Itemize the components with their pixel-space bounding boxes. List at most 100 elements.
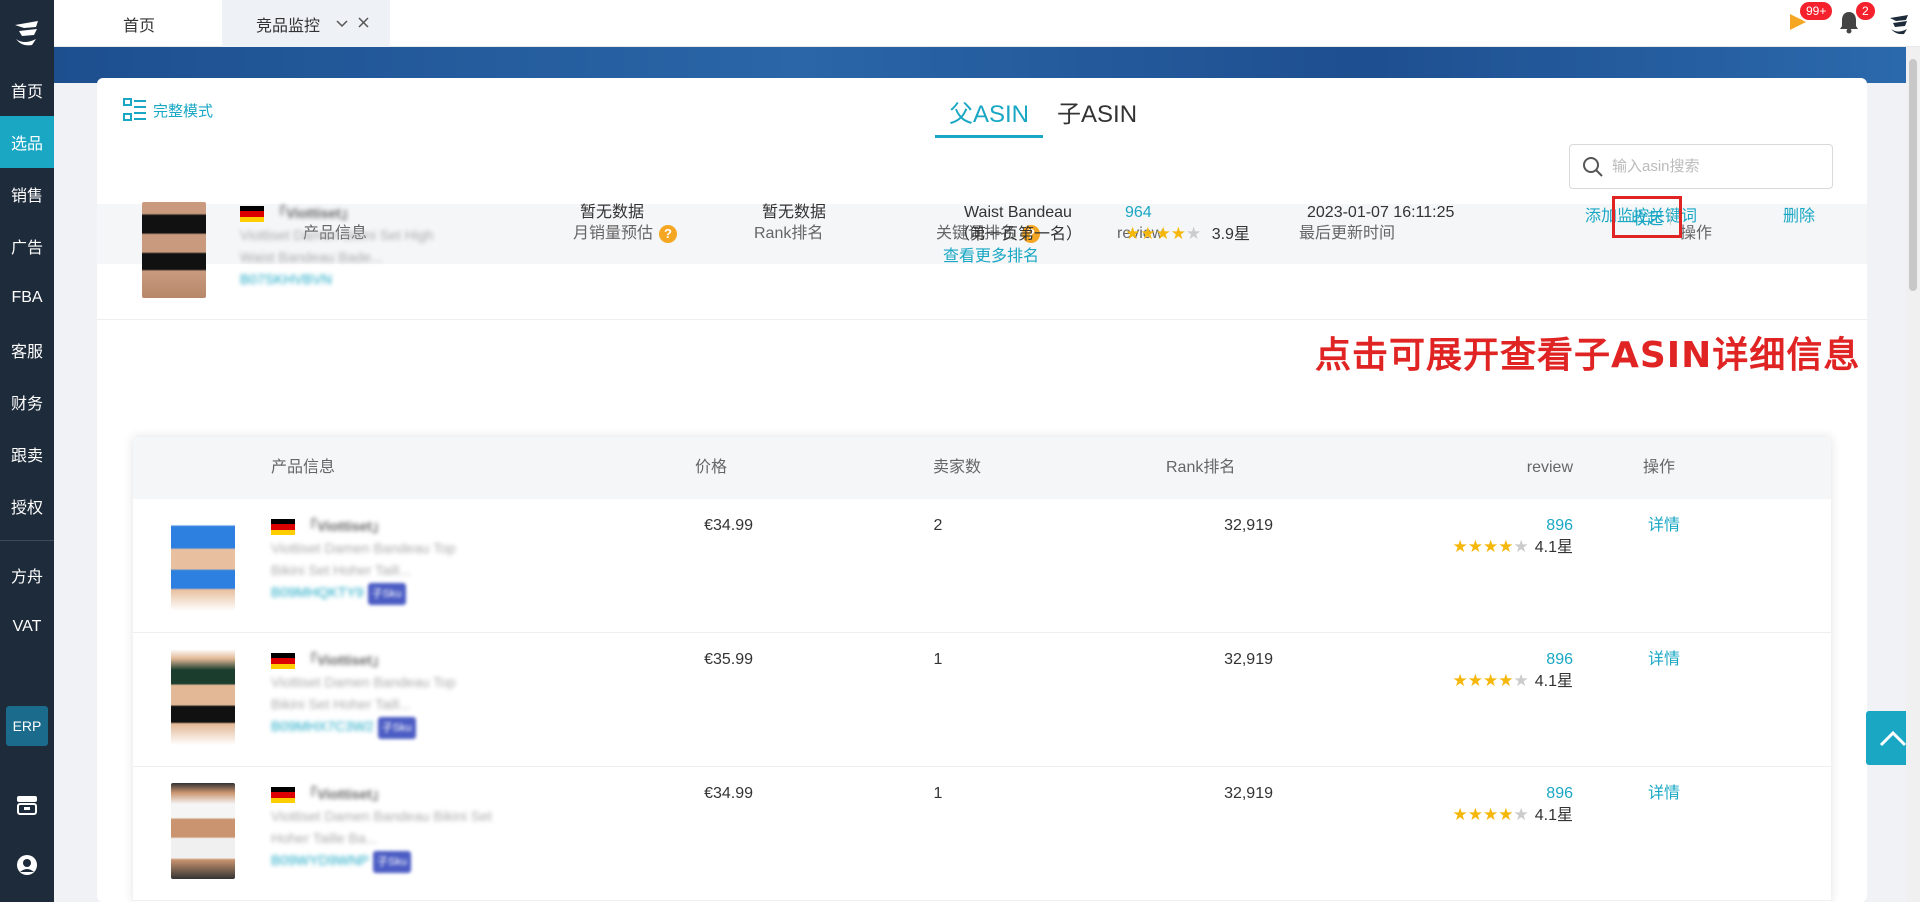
detail-link[interactable]: 详情 <box>1648 651 1680 668</box>
child-table-header: 产品信息 价格 卖家数 Rank排名 review 操作 <box>133 437 1831 499</box>
product-asin-wrap: B09MHX7C3W2 子Sku <box>271 715 416 739</box>
search-input[interactable] <box>1612 158 1812 175</box>
seller-count: 2 <box>933 517 943 534</box>
sidebar-item[interactable]: 选品 <box>0 116 54 168</box>
star-icon: ★ <box>1483 671 1499 690</box>
sidebar-item-label: VAT <box>12 618 42 635</box>
sidebar-item[interactable]: 首页 <box>0 64 54 116</box>
product-asin-link[interactable]: B09MHQKTY9 <box>271 581 364 603</box>
sidebar-item[interactable]: FBA <box>0 272 54 324</box>
sidebar-item[interactable]: VAT <box>0 601 54 653</box>
review-count-link[interactable]: 896 <box>1493 783 1573 805</box>
child-asin-table: 产品信息 价格 卖家数 Rank排名 review 操作 「Viottiset」… <box>133 437 1831 902</box>
sidebar-item-label: 广告 <box>10 240 43 257</box>
full-mode-toggle[interactable]: 完整模式 <box>123 98 213 122</box>
scrollbar-thumb[interactable] <box>1909 59 1917 291</box>
close-icon[interactable] <box>358 15 369 33</box>
rank-value: 暂无数据 <box>762 204 827 221</box>
review-count-link[interactable]: 896 <box>1493 649 1573 671</box>
avatar[interactable] <box>1886 10 1912 41</box>
delete-op: 删除 <box>1783 206 1815 228</box>
sidebar-item-label: 销售 <box>10 188 43 205</box>
sidebar-item[interactable]: 跟卖 <box>0 428 54 480</box>
tab-child-asin[interactable]: 子ASIN <box>1043 94 1151 138</box>
collapse-link[interactable]: 收起 <box>1612 196 1682 238</box>
list-mode-icon <box>123 98 146 121</box>
product-image[interactable] <box>171 515 235 611</box>
rank-value: 32,919 <box>1224 785 1273 802</box>
child-col-sellers: 卖家数 <box>933 459 982 476</box>
star-rating: ★ ★ ★ ★ ★ <box>1125 225 1201 243</box>
product-title-line2: Bikini Set Hoher Taill... <box>271 696 411 712</box>
collapse-label: 收起 <box>1630 211 1663 228</box>
top-right-tools: 99+ 2 <box>1740 0 1920 47</box>
star-icon: ★ <box>1498 671 1514 690</box>
sidebar-item-label: 首页 <box>10 84 43 101</box>
sidebar-item[interactable]: 广告 <box>0 220 54 272</box>
product-asin-link[interactable]: B09MHX7C3W2 <box>271 715 374 737</box>
star-icon: ★ <box>1170 224 1186 243</box>
product-brand: 「Viottiset」 <box>303 786 386 802</box>
rank-value: 32,919 <box>1224 517 1273 534</box>
logo[interactable] <box>0 0 54 64</box>
sku-tag: 子Sku <box>367 583 406 605</box>
chevron-down-icon[interactable] <box>336 16 348 31</box>
review-count-link[interactable]: 896 <box>1493 515 1573 537</box>
rating: ★ ★ ★ ★ ★ 3.9星 <box>1125 224 1250 246</box>
product-image[interactable] <box>171 783 235 879</box>
seller-count: 1 <box>933 651 943 668</box>
sidebar-item-label: 授权 <box>10 500 43 517</box>
review-count-link[interactable]: 964 <box>1125 202 1152 224</box>
star-icon: ★ <box>1125 224 1141 243</box>
sidebar-item[interactable]: 财务 <box>0 376 54 428</box>
arrow-up-icon <box>1879 730 1907 747</box>
product-image[interactable] <box>171 649 235 745</box>
tab-parent-asin[interactable]: 父ASIN <box>935 94 1044 138</box>
tab-competitor-monitor[interactable]: 竞品监控 <box>222 0 390 47</box>
logo-icon <box>15 21 38 46</box>
product-asin-link[interactable]: B07SKHVBVN <box>240 268 332 290</box>
erp-button[interactable]: ERP <box>6 706 48 746</box>
product-asin-link[interactable]: B09WYD9WNP <box>271 849 369 871</box>
child-col-ops: 操作 <box>1643 459 1676 476</box>
store-icon[interactable] <box>14 792 40 818</box>
product-brand: 「Viottiset」 <box>272 205 355 221</box>
germany-flag-icon <box>240 206 264 222</box>
detail-op: 详情 <box>1648 783 1680 805</box>
rating: ★ ★ ★ ★ ★ 4.1星 <box>1373 805 1574 827</box>
sku-tag: 子Sku <box>373 851 411 873</box>
sidebar-item-label: 方舟 <box>10 569 43 586</box>
seller-count: 1 <box>933 785 943 802</box>
product-title-line1: Viottiset Damen Bikini Set High <box>240 227 434 243</box>
delete-link[interactable]: 删除 <box>1783 208 1815 225</box>
product-image[interactable] <box>142 202 206 298</box>
detail-link[interactable]: 详情 <box>1648 785 1680 802</box>
price-value: €35.99 <box>704 651 753 668</box>
star-icon: ★ <box>1513 805 1529 824</box>
detail-op: 详情 <box>1648 649 1680 671</box>
asin-tabs: 父ASIN 子ASIN <box>935 94 1151 138</box>
star-icon: ★ <box>1186 224 1202 243</box>
rank-value: 32,919 <box>1224 651 1273 668</box>
star-icon: ★ <box>1140 224 1156 243</box>
product-title-line2: Waist Bandeau Bade... <box>240 249 383 265</box>
rating-text: 4.1星 <box>1534 539 1573 556</box>
sidebar-item[interactable]: 客服 <box>0 324 54 376</box>
star-rating: ★ ★ ★ ★ ★ <box>1453 538 1529 556</box>
support-icon[interactable] <box>14 852 40 878</box>
rating: ★ ★ ★ ★ ★ 4.1星 <box>1373 671 1574 693</box>
sidebar-item[interactable]: 销售 <box>0 168 54 220</box>
search-icon <box>1583 156 1603 177</box>
page-scrollbar[interactable] <box>1906 47 1920 902</box>
star-icon: ★ <box>1467 537 1483 556</box>
sidebar-item[interactable]: 方舟 <box>0 549 54 601</box>
child-col-rank: Rank排名 <box>1166 459 1236 476</box>
product-title-line2: Hoher Taille Ba... <box>271 830 378 846</box>
search-box[interactable] <box>1569 144 1833 189</box>
keyword-position: （第一页第一名） <box>953 226 1082 243</box>
sidebar-item[interactable]: 授权 <box>0 480 54 532</box>
view-more-rank-link[interactable]: 查看更多排名 <box>943 246 1039 268</box>
tab-home[interactable]: 首页 <box>54 0 224 47</box>
price-value: €34.99 <box>704 517 753 534</box>
detail-link[interactable]: 详情 <box>1648 517 1680 534</box>
